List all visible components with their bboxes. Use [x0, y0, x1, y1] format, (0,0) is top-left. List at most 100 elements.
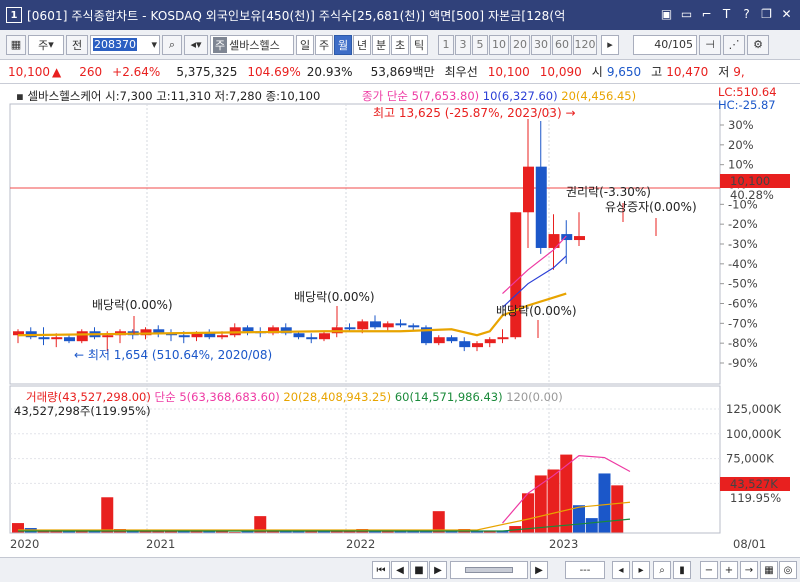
change: 260: [79, 64, 103, 79]
prev-icon[interactable]: ◀: [391, 561, 409, 579]
text-icon[interactable]: T: [719, 6, 734, 22]
stock-name: 주 셀바스헬스: [210, 34, 294, 55]
compare-icon[interactable]: ⋰: [723, 34, 745, 55]
candle-body: [306, 337, 318, 340]
current-volume-pct: 119.95%: [730, 491, 781, 505]
stock-code-input[interactable]: 208370 ▾: [90, 34, 160, 55]
x-axis-label: 2023: [549, 537, 578, 551]
scroll-track[interactable]: ---: [565, 561, 605, 579]
layout-icon[interactable]: ▣: [659, 6, 674, 22]
bar-chart-icon[interactable]: ▮: [673, 561, 691, 579]
volume-bar: [585, 518, 598, 533]
first-icon[interactable]: ⏮: [372, 561, 390, 579]
toolbar: ▦ 주 ▾ 전 208370 ▾ ⌕ ◂▾ 주 셀바스헬스 일주월년분초틱 1 3 5 10…: [0, 30, 800, 60]
candle-body: [357, 321, 369, 330]
current-price-tag: 10,100: [730, 174, 770, 188]
period-tab-1[interactable]: 주: [315, 34, 333, 55]
minute-tab-30[interactable]: 30: [531, 34, 551, 55]
volume-axis-label: 75,000K: [726, 452, 774, 466]
grid-view-icon[interactable]: ▦: [760, 561, 778, 579]
candle-body: [484, 339, 496, 344]
open-label: 시: [591, 65, 603, 79]
arrow-right-icon[interactable]: →: [740, 561, 758, 579]
minute-tab-120[interactable]: 120: [573, 34, 597, 55]
candle-body: [459, 341, 471, 348]
next-icon[interactable]: ▶: [530, 561, 548, 579]
settings-icon[interactable]: ⚙: [747, 34, 769, 55]
minute-tab-5[interactable]: 5: [472, 34, 488, 55]
period-tab-4[interactable]: 분: [372, 34, 390, 55]
restore-icon[interactable]: ❐: [759, 6, 774, 22]
candle-body: [408, 325, 420, 328]
page-indicator: 40/105: [633, 34, 697, 55]
scroll-slider[interactable]: [450, 561, 528, 579]
low: 9,: [733, 64, 745, 79]
minute-tab-1[interactable]: 1: [438, 34, 454, 55]
candle-body: [229, 327, 241, 336]
chart-canvas[interactable]: 30%20%10%0%-10%-20%-30%-40%-50%-60%-70%-…: [0, 84, 800, 562]
minute-tab-10[interactable]: 10: [489, 34, 509, 55]
window-number: 1: [6, 7, 22, 23]
ref-button[interactable]: 전: [66, 34, 88, 55]
volume-label: 거래량(43,527,298.00): [26, 390, 151, 404]
minus-icon[interactable]: −: [700, 561, 718, 579]
sound-icon[interactable]: ◂▾: [184, 34, 208, 55]
zoom-right-icon[interactable]: ▸: [632, 561, 650, 579]
candle-body: [446, 337, 458, 342]
price-axis-label: -40%: [728, 257, 758, 271]
help-icon[interactable]: ?: [739, 6, 754, 22]
period-tab-6[interactable]: 틱: [410, 34, 428, 55]
hc-label: HC:-25.87: [718, 98, 776, 112]
ma10-legend: 10(6,327.60): [482, 89, 558, 103]
period-tab-5[interactable]: 초: [391, 34, 409, 55]
price-axis-label: -60%: [728, 297, 758, 311]
close-icon[interactable]: ✕: [779, 6, 794, 22]
candle-body: [382, 323, 394, 328]
vol-ma5-legend: 단순 5(63,368,683.60): [154, 390, 280, 404]
minute-tab-60[interactable]: 60: [552, 34, 572, 55]
period-tab-3[interactable]: 년: [353, 34, 371, 55]
hold-icon[interactable]: ⊣: [699, 34, 721, 55]
search-icon[interactable]: ⌕: [162, 34, 182, 55]
minimize-icon[interactable]: ▭: [679, 6, 694, 22]
play-icon[interactable]: ▶: [429, 561, 447, 579]
pin-icon[interactable]: ⌐: [699, 6, 714, 22]
volume-bar: [101, 497, 114, 533]
minute-tab-20[interactable]: 20: [510, 34, 530, 55]
grid-icon[interactable]: ▦: [6, 34, 26, 55]
price-axis-label: -30%: [728, 237, 758, 251]
candle-body: [472, 343, 483, 348]
turnover: 20.93%: [306, 64, 353, 79]
annotation-low: ← 최저 1,654 (510.64%, 2020/08): [74, 348, 272, 362]
candle-body: [395, 323, 407, 326]
minute-tab-3[interactable]: 3: [455, 34, 471, 55]
title-bar: 1 [0601] 주식종합차트 - KOSDAQ 외국인보유[450(천)] 주…: [0, 0, 800, 30]
chart-settings-icon[interactable]: ◎: [779, 561, 797, 579]
candle-body: [523, 166, 534, 213]
vol-ma120-legend: 120(0.00): [506, 390, 563, 404]
next-button[interactable]: ▸: [601, 34, 619, 55]
candle-body: [217, 335, 228, 338]
price-axis-label: 10%: [728, 158, 754, 172]
plus-icon[interactable]: +: [720, 561, 738, 579]
price-axis-label: -70%: [728, 316, 758, 330]
period-tab-2[interactable]: 월: [334, 34, 352, 55]
current-volume-tag: 43,527K: [730, 477, 778, 491]
zoom-icon[interactable]: ⌕: [653, 561, 671, 579]
x-axis-label: 2021: [146, 537, 175, 551]
ask: 10,100: [487, 64, 530, 79]
zoom-left-icon[interactable]: ◂: [612, 561, 630, 579]
annotation-div1: 배당락(0.00%): [92, 298, 173, 312]
candle-body: [102, 335, 114, 338]
annotation-high: 최고 13,625 (-25.87%, 2023/03) →: [373, 106, 576, 120]
lc-hc-legend: LC:510.64 HC:-25.87: [718, 86, 777, 112]
type-select[interactable]: 주 ▾: [28, 34, 64, 55]
period-tab-0[interactable]: 일: [296, 34, 314, 55]
quote-bar: 10,100 ▲ 260 +2.64% 5,375,325 104.69% 20…: [0, 60, 800, 84]
price-legend: ▪ 셀바스헬스케어 시:7,300 고:11,310 저:7,280 종:10,…: [16, 89, 321, 103]
high-label: 고: [651, 65, 663, 79]
stop-icon[interactable]: ■: [410, 561, 428, 579]
volume-bar: [522, 493, 534, 533]
quote-label: 최우선: [444, 65, 478, 79]
low-label: 저: [718, 65, 730, 79]
